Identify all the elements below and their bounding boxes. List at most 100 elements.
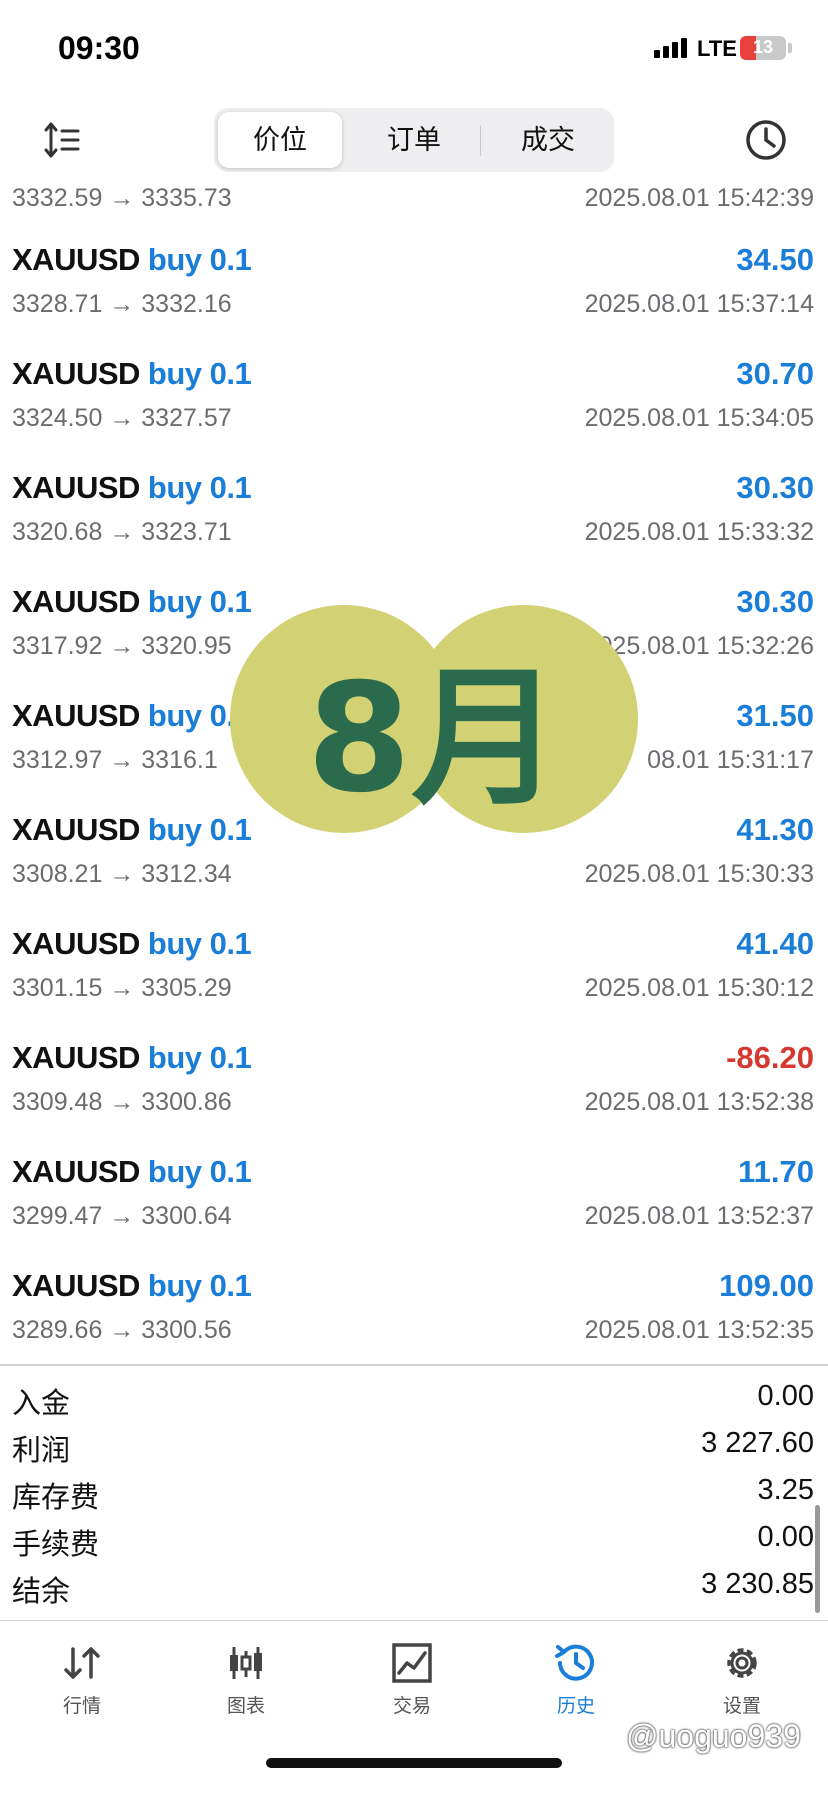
- trade-profit: -86.20: [726, 1040, 814, 1075]
- trade-row[interactable]: XAUUSD buy 0.1 30.70 3324.50 → 3327.57 20…: [0, 334, 828, 448]
- tab-history[interactable]: 历史: [516, 1641, 636, 1718]
- tab-label: 图表: [226, 1696, 265, 1717]
- summary-label: 手续费: [12, 1529, 100, 1561]
- summary-value: 3.25: [757, 1474, 814, 1506]
- summary-row-deposit: 入金 0.00: [0, 1376, 828, 1423]
- trade-title: XAUUSD buy 0.1: [12, 584, 252, 620]
- trade-profit: 34.50: [736, 242, 814, 277]
- trade-profit: 41.30: [736, 812, 814, 847]
- summary-row-balance: 结余 3 230.85: [0, 1564, 828, 1611]
- summary-row-swap: 库存费 3.25: [0, 1470, 828, 1517]
- view-segmented-control: 价位 订单 成交: [214, 108, 614, 172]
- signal-icon: [654, 38, 687, 58]
- settings-gear-icon: [727, 1648, 757, 1678]
- quotes-arrows-icon: [64, 1647, 100, 1679]
- trade-price: 3301.15 → 3305.29: [12, 974, 232, 1002]
- month-sticker: 8月: [230, 605, 638, 833]
- tab-trade[interactable]: 交易: [352, 1641, 472, 1718]
- summary-label: 利润: [12, 1435, 71, 1467]
- trade-row[interactable]: XAUUSD buy 0.1 -86.20 3309.48 → 3300.86 2…: [0, 1018, 828, 1132]
- trade-price: 3328.71 → 3332.16: [12, 290, 232, 318]
- summary-value: 3 227.60: [701, 1427, 814, 1459]
- trade-time: 08.01 15:31:17: [647, 746, 814, 774]
- summary-divider: [0, 1364, 828, 1366]
- trade-time: 2025.08.01 15:30:12: [584, 974, 814, 1002]
- trade-row[interactable]: XAUUSD buy 0.1 41.40 3301.15 → 3305.29 20…: [0, 904, 828, 1018]
- account-summary: 入金 0.00 利润 3 227.60 库存费 3.25 手续费 0.00 结余…: [0, 1376, 828, 1611]
- trade-time: 2025.08.01 13:52:37: [584, 1202, 814, 1230]
- trade-title: XAUUSD buy 0.1: [12, 926, 252, 962]
- trade-line-chart-icon: [392, 1643, 432, 1683]
- trade-price: 3309.48 → 3300.86: [12, 1088, 232, 1116]
- trade-title: XAUUSD buy 0.1: [12, 698, 252, 734]
- trade-row[interactable]: 3332.59 → 3335.73 2025.08.01 15:42:39: [0, 178, 828, 220]
- summary-value: 0.00: [757, 1380, 814, 1412]
- trade-profit: 11.70: [738, 1154, 814, 1189]
- trade-symbol: XAUUSD: [12, 1268, 140, 1303]
- sort-icon[interactable]: [42, 120, 82, 160]
- trade-title: XAUUSD buy 0.1: [12, 1154, 252, 1190]
- trade-price: 3312.97 → 3316.1: [12, 746, 218, 774]
- summary-label: 结余: [12, 1576, 71, 1608]
- trade-row[interactable]: XAUUSD buy 0.1 109.00 3289.66 → 3300.56 2…: [0, 1246, 828, 1360]
- summary-value: 0.00: [757, 1521, 814, 1553]
- tab-orders[interactable]: 订单: [352, 112, 476, 168]
- trade-price: 3317.92 → 3320.95: [12, 632, 232, 660]
- candlestick-chart-icon: [230, 1647, 262, 1679]
- tab-charts[interactable]: 图表: [186, 1641, 306, 1718]
- clock-icon[interactable]: [744, 118, 788, 162]
- tab-label: 设置: [722, 1696, 761, 1717]
- trade-row[interactable]: XAUUSD buy 0.1 34.50 3328.71 → 3332.16 20…: [0, 220, 828, 334]
- trade-row[interactable]: XAUUSD buy 0.1 11.70 3299.47 → 3300.64 20…: [0, 1132, 828, 1246]
- trade-time: 2025.08.01 15:37:14: [584, 290, 814, 318]
- trade-symbol: XAUUSD: [12, 812, 140, 847]
- trade-symbol: XAUUSD: [12, 470, 140, 505]
- trade-time: 2025.08.01 15:33:32: [584, 518, 814, 546]
- trade-symbol: XAUUSD: [12, 584, 140, 619]
- trade-row[interactable]: XAUUSD buy 0.1 30.30 3320.68 → 3323.71 20…: [0, 448, 828, 562]
- trade-profit: 41.40: [736, 926, 814, 961]
- trade-title: XAUUSD buy 0.1: [12, 470, 252, 506]
- trade-symbol: XAUUSD: [12, 242, 140, 277]
- trade-symbol: XAUUSD: [12, 356, 140, 391]
- trade-title: XAUUSD buy 0.1: [12, 356, 252, 392]
- trade-side: buy 0.1: [147, 470, 252, 505]
- tab-deals[interactable]: 成交: [486, 112, 610, 168]
- trade-price: 3299.47 → 3300.64: [12, 1202, 232, 1230]
- battery-level: 13: [752, 37, 774, 57]
- summary-row-commission: 手续费 0.00: [0, 1517, 828, 1564]
- trade-profit: 30.30: [736, 470, 814, 505]
- trade-time: 2025.08.01 13:52:35: [584, 1316, 814, 1344]
- trade-price: 3320.68 → 3323.71: [12, 518, 232, 546]
- trade-symbol: XAUUSD: [12, 698, 140, 733]
- trade-side: buy 0.1: [147, 1040, 252, 1075]
- trade-side: buy 0.1: [147, 926, 252, 961]
- tab-label: 行情: [62, 1696, 101, 1717]
- trade-time: 2025.08.01 15:34:05: [584, 404, 814, 432]
- trade-title: XAUUSD buy 0.1: [12, 812, 252, 848]
- trade-title: XAUUSD buy 0.1: [12, 1040, 252, 1076]
- trade-symbol: XAUUSD: [12, 1154, 140, 1189]
- status-time: 09:30: [58, 30, 140, 66]
- sticker-text: 8月: [306, 652, 562, 826]
- tab-positions[interactable]: 价位: [218, 112, 342, 168]
- trade-profit: 31.50: [736, 698, 814, 733]
- trade-side: buy 0.1: [147, 1154, 252, 1189]
- trade-side: buy 0.1: [147, 1268, 252, 1303]
- network-label: LTE: [697, 36, 737, 61]
- battery-icon: 13: [740, 36, 786, 60]
- summary-label: 入金: [12, 1388, 71, 1420]
- home-indicator: [266, 1758, 562, 1768]
- trade-time: 2025.08.01 15:42:39: [584, 184, 814, 212]
- tab-quotes[interactable]: 行情: [22, 1641, 142, 1718]
- trade-side: buy 0.1: [147, 356, 252, 391]
- tab-label: 历史: [556, 1696, 595, 1717]
- tab-settings[interactable]: 设置: [682, 1641, 802, 1718]
- status-bar: 09:30 LTE 13: [0, 0, 828, 96]
- trade-time: 2025.08.01 13:52:38: [584, 1088, 814, 1116]
- trade-price: 3324.50 → 3327.57: [12, 404, 232, 432]
- tab-label: 交易: [392, 1696, 431, 1717]
- summary-value: 3 230.85: [701, 1568, 814, 1600]
- scrollbar[interactable]: [815, 1505, 820, 1613]
- trade-profit: 30.70: [736, 356, 814, 391]
